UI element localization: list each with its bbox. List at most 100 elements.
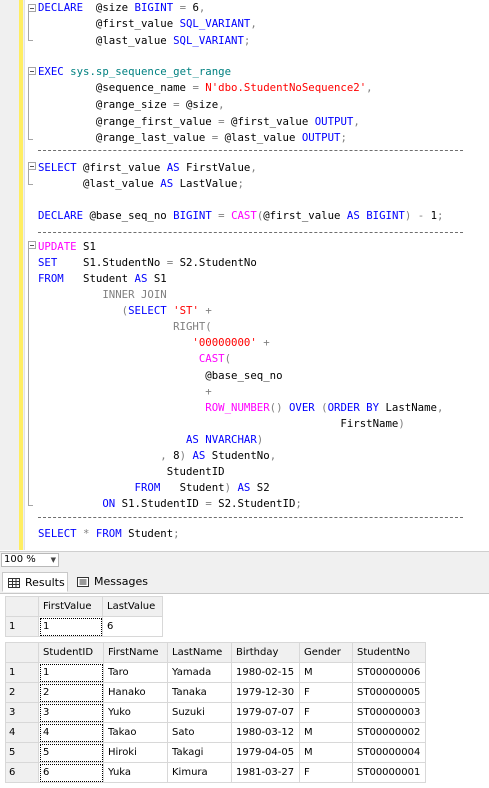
code-line[interactable]: FirstName) bbox=[38, 416, 404, 433]
grid-cell[interactable]: 6 bbox=[38, 762, 104, 783]
code-line[interactable]: @range_first_value = @first_value OUTPUT… bbox=[38, 114, 360, 131]
result-grid-2[interactable]: StudentID FirstName LastName Birthday Gender… bbox=[5, 642, 426, 783]
row-number[interactable]: 1 bbox=[5, 616, 39, 637]
zoom-dropdown[interactable]: 100 % ▼ bbox=[1, 553, 59, 567]
column-header[interactable]: LastValue bbox=[102, 596, 163, 617]
row-number[interactable]: 6 bbox=[5, 762, 39, 783]
grid-cell[interactable]: Yuka bbox=[103, 762, 168, 783]
code-line[interactable]: (SELECT 'ST' + bbox=[38, 303, 212, 320]
tab-messages[interactable]: Messages bbox=[72, 572, 148, 592]
grid-cell[interactable]: 1 bbox=[38, 662, 104, 683]
grid-cell[interactable]: 6 bbox=[102, 616, 163, 637]
table-row[interactable]: 3 3 Yuko Suzuki 1979-07-07 F ST00000003 bbox=[5, 702, 426, 723]
grid-cell[interactable]: 4 bbox=[38, 722, 104, 743]
column-header[interactable]: Gender bbox=[299, 642, 353, 663]
tab-results[interactable]: Results bbox=[2, 572, 68, 592]
column-header[interactable]: StudentNo bbox=[352, 642, 426, 663]
grid-cell[interactable]: F bbox=[299, 682, 353, 703]
grid-cell[interactable]: Takagi bbox=[167, 742, 232, 763]
grid-corner[interactable] bbox=[5, 642, 39, 663]
code-line[interactable]: SET S1.StudentNo = S2.StudentNo bbox=[38, 255, 257, 272]
code-line[interactable]: @last_value AS LastValue; bbox=[38, 176, 244, 193]
collapse-update-icon[interactable] bbox=[28, 241, 36, 249]
grid-cell[interactable]: ST00000002 bbox=[352, 722, 426, 743]
grid-cell[interactable]: M bbox=[299, 662, 353, 683]
row-number[interactable]: 4 bbox=[5, 722, 39, 743]
grid-cell[interactable]: 1979-04-05 bbox=[231, 742, 300, 763]
collapse-declare-icon[interactable] bbox=[28, 4, 36, 12]
row-number[interactable]: 2 bbox=[5, 682, 39, 703]
grid-cell[interactable]: F bbox=[299, 762, 353, 783]
code-line[interactable]: @last_value SQL_VARIANT; bbox=[38, 33, 250, 50]
code-line[interactable]: @first_value SQL_VARIANT, bbox=[38, 16, 257, 33]
table-row[interactable]: 1 1 Taro Yamada 1980-02-15 M ST00000006 bbox=[5, 662, 426, 683]
code-line[interactable]: DECLARE @base_seq_no BIGINT = CAST(@firs… bbox=[38, 208, 443, 225]
code-line[interactable]: , 8) AS StudentNo, bbox=[38, 448, 276, 465]
code-line[interactable]: '00000000' + bbox=[38, 335, 269, 352]
code-line[interactable]: UPDATE S1 bbox=[38, 239, 96, 256]
grid-cell[interactable]: Taro bbox=[103, 662, 168, 683]
table-row[interactable]: 5 5 Hiroki Takagi 1979-04-05 M ST00000004 bbox=[5, 742, 426, 763]
column-header[interactable]: LastName bbox=[167, 642, 232, 663]
row-number[interactable]: 1 bbox=[5, 662, 39, 683]
code-line[interactable]: @range_size = @size, bbox=[38, 97, 225, 114]
grid-cell[interactable]: 1 bbox=[38, 616, 103, 637]
code-line[interactable]: EXEC sys.sp_sequence_get_range bbox=[38, 64, 231, 81]
grid-cell[interactable]: 1979-07-07 bbox=[231, 702, 300, 723]
grid-cell[interactable]: 5 bbox=[38, 742, 104, 763]
grid-cell[interactable]: ST00000001 bbox=[352, 762, 426, 783]
grid-cell[interactable]: Sato bbox=[167, 722, 232, 743]
code-line[interactable]: @range_last_value = @last_value OUTPUT; bbox=[38, 130, 347, 147]
code-line[interactable]: SELECT @first_value AS FirstValue, bbox=[38, 160, 257, 177]
row-number[interactable]: 5 bbox=[5, 742, 39, 763]
code-line[interactable]: FROM Student) AS S2 bbox=[38, 480, 270, 497]
grid-cell[interactable]: 1981-03-27 bbox=[231, 762, 300, 783]
code-line[interactable]: RIGHT( bbox=[38, 319, 212, 336]
table-row[interactable]: 2 2 Hanako Tanaka 1979-12-30 F ST00000005 bbox=[5, 682, 426, 703]
grid-cell[interactable]: Yuko bbox=[103, 702, 168, 723]
column-header[interactable]: StudentID bbox=[38, 642, 104, 663]
grid-cell[interactable]: F bbox=[299, 702, 353, 723]
grid-cell[interactable]: Hiroki bbox=[103, 742, 168, 763]
grid-cell[interactable]: 1980-02-15 bbox=[231, 662, 300, 683]
grid-cell[interactable]: Tanaka bbox=[167, 682, 232, 703]
table-row[interactable]: 116 bbox=[5, 616, 163, 637]
column-header[interactable]: Birthday bbox=[231, 642, 300, 663]
grid-cell[interactable]: ST00000004 bbox=[352, 742, 426, 763]
code-line[interactable]: FROM Student AS S1 bbox=[38, 271, 167, 288]
grid-cell[interactable]: Suzuki bbox=[167, 702, 232, 723]
code-line[interactable]: ON S1.StudentID = S2.StudentID; bbox=[38, 496, 302, 513]
sql-editor[interactable]: DECLARE @size BIGINT = 6, @first_value S… bbox=[0, 0, 489, 550]
column-header[interactable]: FirstValue bbox=[38, 596, 103, 617]
grid-cell[interactable]: M bbox=[299, 722, 353, 743]
code-line[interactable]: ROW_NUMBER() OVER (ORDER BY LastName, bbox=[38, 400, 443, 417]
code-line[interactable]: @sequence_name = N'dbo.StudentNoSequence… bbox=[38, 80, 373, 97]
grid-cell[interactable]: 1980-03-12 bbox=[231, 722, 300, 743]
grid-cell[interactable]: Takao bbox=[103, 722, 168, 743]
grid-cell[interactable]: Yamada bbox=[167, 662, 232, 683]
result-grid-1[interactable]: FirstValue LastValue 1 1 6 bbox=[5, 596, 163, 637]
code-line[interactable]: DECLARE @size BIGINT = 6, bbox=[38, 0, 205, 17]
code-line[interactable]: AS NVARCHAR) bbox=[38, 432, 263, 449]
collapse-select-icon[interactable] bbox=[28, 162, 36, 170]
row-number[interactable]: 3 bbox=[5, 702, 39, 723]
grid-cell[interactable]: Hanako bbox=[103, 682, 168, 703]
code-line[interactable]: SELECT * FROM Student; bbox=[38, 526, 180, 543]
grid-cell[interactable]: ST00000005 bbox=[352, 682, 426, 703]
grid-cell[interactable]: ST00000003 bbox=[352, 702, 426, 723]
grid-cell[interactable]: ST00000006 bbox=[352, 662, 426, 683]
code-line[interactable]: INNER JOIN bbox=[38, 287, 166, 304]
grid-cell[interactable]: 1979-12-30 bbox=[231, 682, 300, 703]
chevron-down-icon[interactable]: ▼ bbox=[51, 554, 56, 566]
collapse-exec-icon[interactable] bbox=[28, 67, 36, 75]
table-row[interactable]: 4 4 Takao Sato 1980-03-12 M ST00000002 bbox=[5, 722, 426, 743]
grid-cell[interactable]: M bbox=[299, 742, 353, 763]
table-row[interactable]: 6 6 Yuka Kimura 1981-03-27 F ST00000001 bbox=[5, 762, 426, 783]
grid-cell[interactable]: Kimura bbox=[167, 762, 232, 783]
code-line[interactable]: @base_seq_no bbox=[38, 368, 282, 385]
code-line[interactable]: CAST( bbox=[38, 351, 231, 368]
code-line[interactable]: + bbox=[38, 384, 211, 401]
grid-cell[interactable]: 2 bbox=[38, 682, 104, 703]
grid-cell[interactable]: 3 bbox=[38, 702, 104, 723]
grid-corner[interactable] bbox=[5, 596, 39, 617]
